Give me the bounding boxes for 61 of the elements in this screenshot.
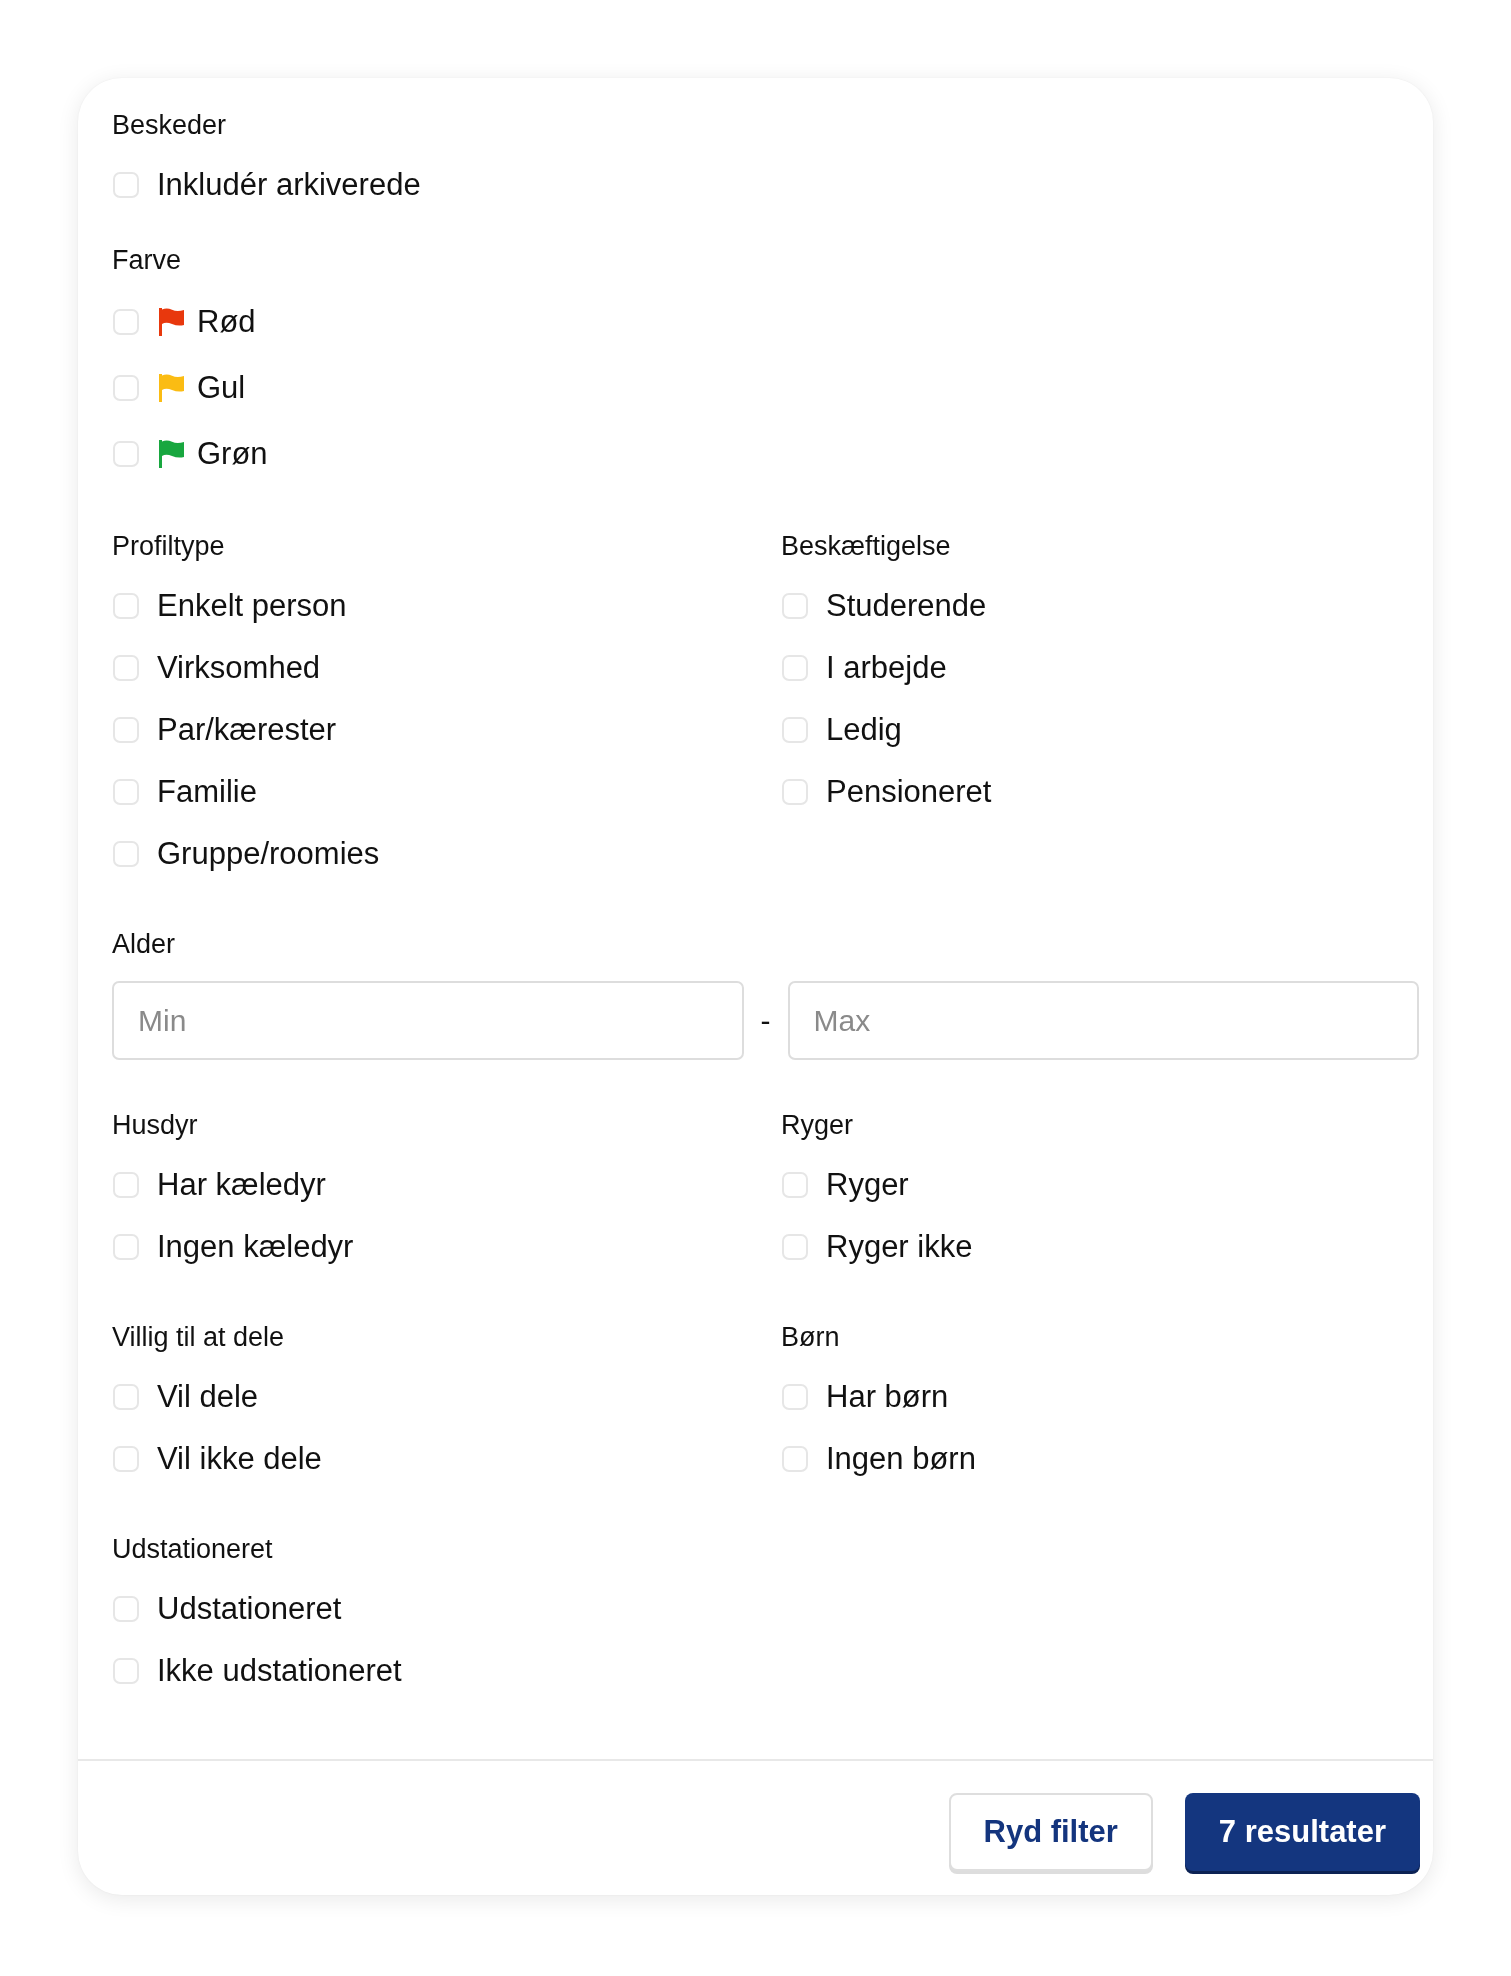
checkbox[interactable]: [113, 1234, 139, 1260]
checkbox[interactable]: [782, 1172, 808, 1198]
checkbox[interactable]: [782, 717, 808, 743]
option-label[interactable]: Har børn: [826, 1378, 949, 1416]
filter-group-label: Beskæftigelse: [781, 530, 952, 563]
checkbox[interactable]: [113, 1384, 139, 1410]
filter-group-label: Ryger: [781, 1109, 855, 1142]
checkbox[interactable]: [113, 593, 139, 619]
option-label[interactable]: Rød: [197, 303, 256, 341]
checkbox[interactable]: [113, 1172, 139, 1198]
max-input-field[interactable]: Max: [787, 981, 1419, 1060]
option-label[interactable]: Ryger ikke: [826, 1228, 973, 1266]
option-label[interactable]: I arbejde: [826, 649, 947, 687]
checkbox[interactable]: [782, 779, 808, 805]
checkbox[interactable]: [113, 172, 139, 198]
checkbox[interactable]: [113, 1446, 139, 1472]
option-label[interactable]: Vil ikke dele: [157, 1440, 322, 1478]
option-label[interactable]: Gul: [197, 369, 246, 407]
option-label[interactable]: Par/kærester: [157, 711, 337, 749]
checkbox[interactable]: [113, 717, 139, 743]
filter-group-label: Farve: [112, 244, 183, 277]
option-label[interactable]: Udstationeret: [157, 1590, 342, 1628]
clear-filter-button[interactable]: Ryd filter: [948, 1793, 1153, 1871]
checkbox[interactable]: [782, 1384, 808, 1410]
option-label[interactable]: Ryger: [826, 1166, 909, 1204]
checkbox[interactable]: [113, 655, 139, 681]
option-label[interactable]: Familie: [157, 773, 257, 811]
filter-group-label: Alder: [112, 928, 177, 961]
checkbox[interactable]: [113, 1596, 139, 1622]
checkbox[interactable]: [113, 309, 139, 335]
checkbox[interactable]: [782, 655, 808, 681]
checkbox[interactable]: [782, 1234, 808, 1260]
option-label[interactable]: Ingen børn: [826, 1440, 976, 1478]
option-label[interactable]: Gruppe/roomies: [157, 835, 380, 873]
range-separator: -: [760, 1003, 771, 1038]
min-input-field[interactable]: Min: [112, 981, 744, 1060]
checkbox[interactable]: [113, 441, 139, 467]
option-label[interactable]: Virksomhed: [157, 649, 321, 687]
option-label[interactable]: Har kæledyr: [157, 1166, 326, 1204]
checkbox[interactable]: [113, 779, 139, 805]
checkbox[interactable]: [113, 1658, 139, 1684]
option-label[interactable]: Pensioneret: [826, 773, 992, 811]
show-results-button[interactable]: 7 resultater: [1184, 1793, 1420, 1871]
checkbox[interactable]: [782, 593, 808, 619]
filter-group-label: Villig til at dele: [112, 1321, 286, 1354]
option-label[interactable]: Ikke udstationeret: [157, 1652, 402, 1690]
option-label[interactable]: Ingen kæledyr: [157, 1228, 354, 1266]
option-label[interactable]: Studerende: [826, 587, 987, 625]
filter-group-label: Husdyr: [112, 1109, 199, 1142]
filter-group-label: Profiltype: [112, 530, 226, 563]
filter-group-label: Børn: [781, 1321, 841, 1354]
option-label[interactable]: Grøn: [197, 435, 268, 473]
option-label[interactable]: Ledig: [826, 711, 902, 749]
checkbox[interactable]: [113, 375, 139, 401]
filter-group-label: Beskeder: [112, 109, 228, 142]
filter-group-label: Udstationeret: [112, 1533, 274, 1566]
option-label[interactable]: Enkelt person: [157, 587, 347, 625]
checkbox[interactable]: [782, 1446, 808, 1472]
checkbox[interactable]: [113, 841, 139, 867]
option-label[interactable]: Vil dele: [157, 1378, 259, 1416]
option-label[interactable]: Inkludér arkiverede: [157, 166, 421, 204]
